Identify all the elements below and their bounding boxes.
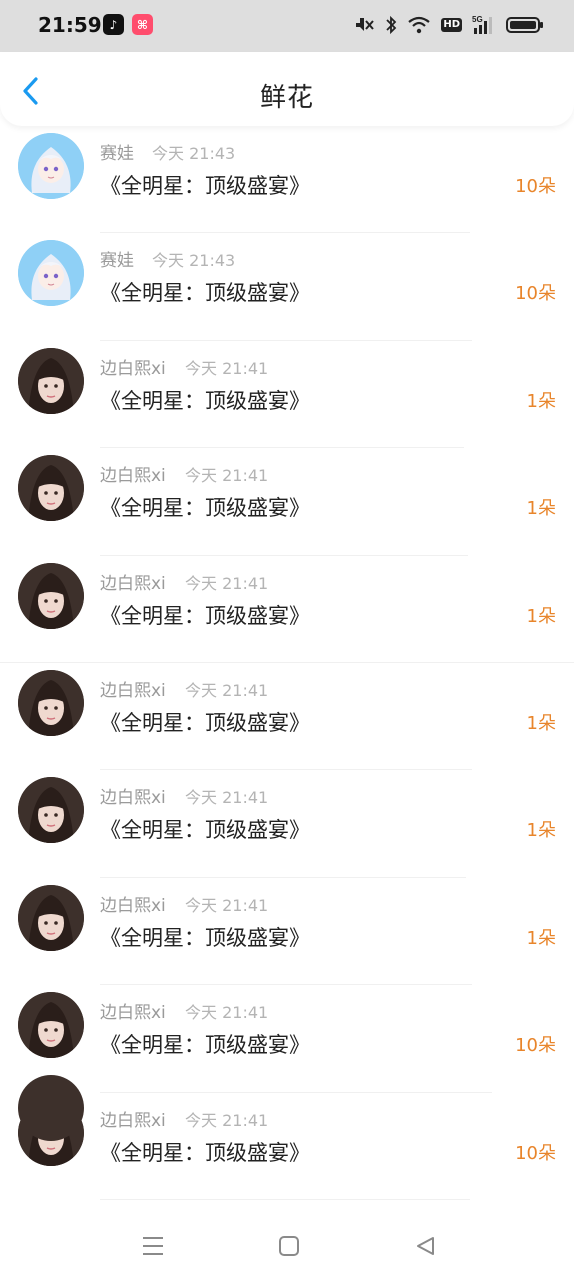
sender-name: 边白熙xi xyxy=(100,358,166,379)
xiaohongshu-icon: ⌘ xyxy=(132,14,153,35)
hd-icon: HD xyxy=(441,18,462,32)
sent-time: 今天 21:41 xyxy=(185,1110,269,1130)
home-icon xyxy=(279,1236,299,1256)
work-title: 《全明星：顶级盛宴》 xyxy=(100,1033,310,1058)
flower-count: 10朵 xyxy=(515,1035,556,1057)
work-title: 《全明星：顶级盛宴》 xyxy=(100,1140,310,1165)
network-label: 5G xyxy=(472,15,483,24)
list-item[interactable]: 赛娃 今天 21:43 《全明星：顶级盛宴》 10朵 xyxy=(0,126,574,234)
avatar[interactable] xyxy=(18,884,84,951)
back-triangle-icon xyxy=(417,1237,434,1255)
sent-time: 今天 21:43 xyxy=(152,144,236,163)
sender-name: 边白熙xi xyxy=(100,1003,166,1024)
flower-count: 10朵 xyxy=(515,176,556,197)
sender-name: 边白熙xi xyxy=(100,788,166,809)
sent-time: 今天 21:41 xyxy=(185,788,269,808)
sent-time: 今天 21:41 xyxy=(185,358,269,378)
avatar[interactable] xyxy=(18,777,84,844)
sent-time: 今天 21:41 xyxy=(185,680,269,700)
list-item[interactable]: 边白熙xi 今天 21:41 《全明星：顶级盛宴》 10朵 xyxy=(0,1093,574,1200)
back-nav-button[interactable] xyxy=(411,1232,439,1260)
list-item[interactable]: 边白熙xi 今天 21:41 《全明星：顶级盛宴》 1朵 xyxy=(0,448,574,556)
avatar[interactable] xyxy=(18,133,84,199)
sender-name: 赛娃 xyxy=(100,144,134,164)
list-item[interactable]: 赛娃 今天 21:43 《全明星：顶级盛宴》 10朵 xyxy=(0,233,574,341)
flower-count: 1朵 xyxy=(526,390,556,412)
work-title: 《全明星：顶级盛宴》 xyxy=(100,603,310,628)
list-item[interactable]: 边白熙xi 今天 21:41 《全明星：顶级盛宴》 1朵 xyxy=(0,663,574,771)
avatar[interactable] xyxy=(18,669,84,736)
avatar[interactable] xyxy=(18,992,84,1059)
work-title: 《全明星：顶级盛宴》 xyxy=(100,925,310,950)
work-title: 《全明星：顶级盛宴》 xyxy=(100,496,310,521)
work-title: 《全明星：顶级盛宴》 xyxy=(100,818,310,843)
flower-count: 1朵 xyxy=(526,927,556,949)
list-item[interactable]: 边白熙xi 今天 21:41 《全明星：顶级盛宴》 1朵 xyxy=(0,770,574,878)
work-title: 《全明星：顶级盛宴》 xyxy=(100,710,310,735)
sender-name: 边白熙xi xyxy=(100,466,166,487)
page-title: 鲜花 xyxy=(259,83,314,113)
row-divider xyxy=(100,1198,470,1200)
menu-icon xyxy=(143,1237,163,1255)
list-item[interactable]: 边白熙xi 今天 21:41 《全明星：顶级盛宴》 1朵 xyxy=(0,878,574,986)
header: 鲜花 xyxy=(0,52,574,126)
flower-count: 1朵 xyxy=(526,605,556,627)
tiktok-icon: ♪ xyxy=(103,14,124,35)
status-time: 21:59 xyxy=(38,13,102,37)
list-item[interactable]: 边白熙xi 今天 21:41 《全明星：顶级盛宴》 1朵 xyxy=(0,556,574,663)
sender-name: 边白熙xi xyxy=(100,573,166,594)
bluetooth-icon xyxy=(385,15,397,35)
status-bar: 21:59 ♪ ⌘ HD 5G xyxy=(0,0,574,52)
sender-name: 边白熙xi xyxy=(100,895,166,916)
sender-name: 边白熙xi xyxy=(100,680,166,701)
flower-count: 1朵 xyxy=(526,498,556,520)
sent-time: 今天 21:41 xyxy=(185,466,269,486)
list-item[interactable]: 边白熙xi 今天 21:41 《全明星：顶级盛宴》 1朵 xyxy=(0,341,574,449)
sender-name: 赛娃 xyxy=(100,251,134,272)
avatar[interactable] xyxy=(18,455,84,522)
work-title: 《全明星：顶级盛宴》 xyxy=(100,281,310,306)
avatar[interactable] xyxy=(18,562,84,629)
flower-count: 1朵 xyxy=(526,820,556,842)
sent-time: 今天 21:41 xyxy=(185,573,269,593)
system-nav-bar xyxy=(0,1210,574,1280)
flower-list[interactable]: 赛娃 今天 21:43 《全明星：顶级盛宴》 10朵 赛娃 今天 21:43 《全明星：顶级… xyxy=(0,126,574,1210)
wifi-icon xyxy=(407,15,431,35)
battery-icon xyxy=(506,15,544,35)
avatar[interactable] xyxy=(18,347,84,414)
work-title: 《全明星：顶级盛宴》 xyxy=(100,388,310,413)
menu-button[interactable] xyxy=(139,1232,167,1260)
list-item[interactable]: 边白熙xi 今天 21:41 《全明星：顶级盛宴》 10朵 xyxy=(0,985,574,1093)
signal-5g-icon: 5G xyxy=(472,14,496,36)
home-button[interactable] xyxy=(275,1232,303,1260)
mute-icon xyxy=(353,15,375,35)
avatar xyxy=(18,1075,84,1141)
work-title: 《全明星：顶级盛宴》 xyxy=(100,174,310,198)
flower-count: 10朵 xyxy=(515,283,556,305)
status-icons: HD 5G xyxy=(353,12,544,38)
avatar[interactable] xyxy=(18,240,84,307)
sent-time: 今天 21:41 xyxy=(185,1003,269,1023)
sender-name: 边白熙xi xyxy=(100,1110,166,1131)
flower-count: 10朵 xyxy=(515,1142,556,1164)
sent-time: 今天 21:43 xyxy=(152,251,236,271)
flower-count: 1朵 xyxy=(526,712,556,734)
sent-time: 今天 21:41 xyxy=(185,895,269,915)
